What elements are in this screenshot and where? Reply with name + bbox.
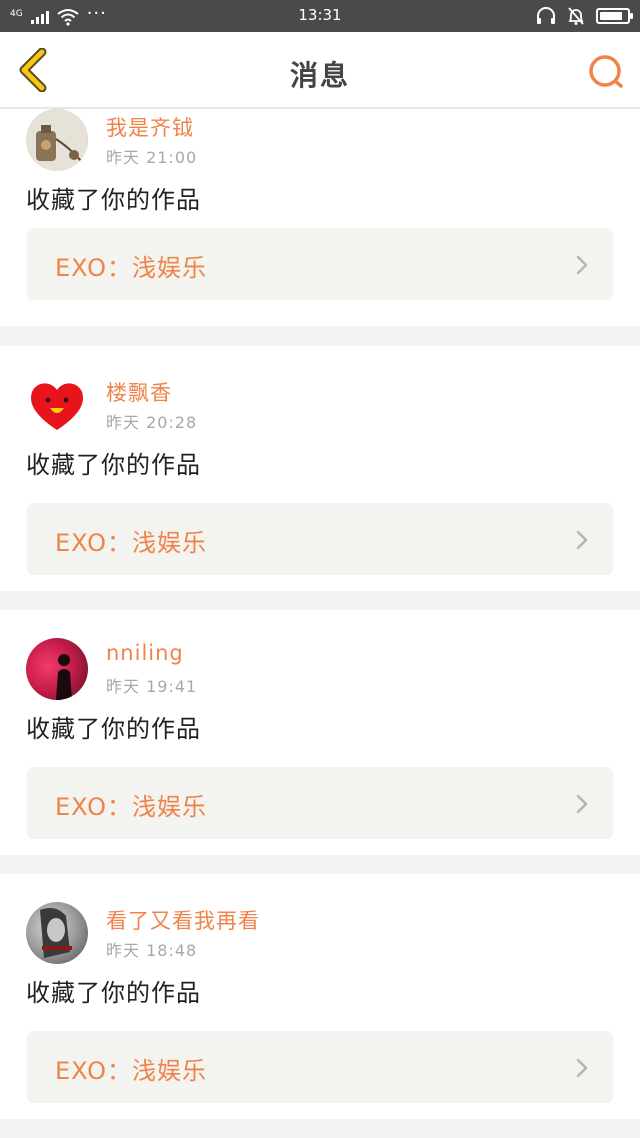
work-title: EXO：浅娱乐 <box>55 529 207 557</box>
message-list[interactable]: 我是齐钺 昨天 21:00 收藏了你的作品 EXO：浅娱乐 楼飘香 昨天 20:… <box>0 109 640 1138</box>
chevron-right-icon <box>576 530 588 550</box>
bell-muted-icon <box>568 7 584 25</box>
heart-avatar-image <box>31 383 83 430</box>
avatar[interactable] <box>26 902 88 964</box>
username[interactable]: 楼飘香 <box>106 377 172 407</box>
chevron-right-icon <box>576 794 588 814</box>
message-card: 看了又看我再看 昨天 18:48 收藏了你的作品 EXO：浅娱乐 <box>0 874 640 1119</box>
action-text: 收藏了你的作品 <box>26 715 201 743</box>
headphones-icon <box>537 7 555 24</box>
work-link[interactable]: EXO：浅娱乐 <box>27 767 613 839</box>
silhouette-avatar-image <box>56 654 72 700</box>
action-text: 收藏了你的作品 <box>26 451 201 479</box>
timestamp: 昨天 21:00 <box>106 148 198 167</box>
battery-level <box>600 12 622 20</box>
timestamp: 昨天 18:48 <box>106 941 198 960</box>
page-title: 消息 <box>289 59 350 92</box>
work-title: EXO：浅娱乐 <box>55 793 207 821</box>
timestamp: 昨天 20:28 <box>106 413 198 432</box>
message-card: 楼飘香 昨天 20:28 收藏了你的作品 EXO：浅娱乐 <box>0 346 640 591</box>
action-text: 收藏了你的作品 <box>26 186 201 214</box>
portrait-avatar-image <box>40 908 72 958</box>
timestamp: 昨天 19:41 <box>106 677 198 696</box>
chevron-right-icon <box>576 1058 588 1078</box>
avatar[interactable] <box>26 109 88 171</box>
username[interactable]: nniling <box>106 641 184 665</box>
username[interactable]: 看了又看我再看 <box>106 905 260 935</box>
work-title: EXO：浅娱乐 <box>55 254 207 282</box>
status-bar: 4G ··· 13:31 <box>0 0 640 32</box>
avatar[interactable] <box>26 638 88 700</box>
avatar-image <box>26 109 88 171</box>
message-card: nniling 昨天 19:41 收藏了你的作品 EXO：浅娱乐 <box>0 610 640 855</box>
work-link[interactable]: EXO：浅娱乐 <box>27 1031 613 1103</box>
search-icon[interactable] <box>586 52 626 92</box>
action-text: 收藏了你的作品 <box>26 979 201 1007</box>
chevron-right-icon <box>576 255 588 275</box>
battery-icon <box>596 8 633 24</box>
username[interactable]: 我是齐钺 <box>106 112 194 142</box>
message-card: 我是齐钺 昨天 21:00 收藏了你的作品 EXO：浅娱乐 <box>0 109 640 326</box>
work-link[interactable]: EXO：浅娱乐 <box>27 228 613 300</box>
work-link[interactable]: EXO：浅娱乐 <box>27 503 613 575</box>
nav-bar: 消息 <box>0 32 640 109</box>
avatar[interactable] <box>26 374 88 436</box>
status-right <box>536 6 633 26</box>
work-title: EXO：浅娱乐 <box>55 1057 207 1085</box>
